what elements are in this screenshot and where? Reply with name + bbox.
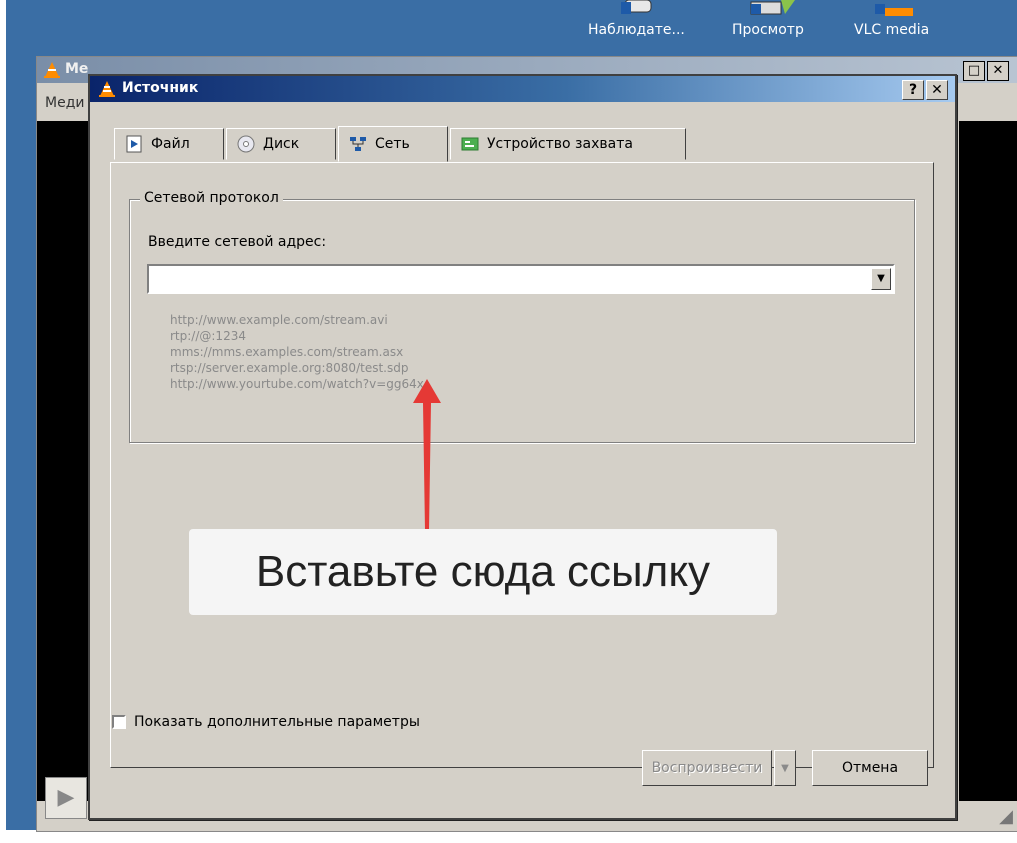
example-url: rtsp://server.example.org:8080/test.sdp (170, 361, 409, 375)
tab-file[interactable]: Файл (114, 128, 224, 160)
maximize-icon[interactable]: □ (963, 61, 985, 81)
play-button[interactable]: Воспроизвести (642, 750, 772, 786)
group-title: Сетевой протокол (140, 190, 283, 206)
close-button[interactable]: ✕ (926, 80, 948, 100)
example-url: http://www.yourtube.com/watch?v=gg64x (170, 377, 424, 391)
help-button[interactable]: ? (902, 80, 924, 100)
dropdown-arrow-icon[interactable]: ▼ (871, 268, 891, 290)
open-media-dialog: Источник ? ✕ Файл Диск Сеть Устройство з… (88, 74, 957, 820)
address-label: Введите сетевой адрес: (148, 234, 327, 250)
network-tab-panel: Сетевой протокол Введите сетевой адрес: … (110, 162, 934, 768)
capture-card-icon (461, 137, 479, 151)
show-more-options[interactable]: Показать дополнительные параметры (112, 714, 420, 730)
dialog-titlebar: Источник ? ✕ (90, 76, 955, 102)
example-url: mms://mms.examples.com/stream.asx (170, 345, 404, 359)
close-icon[interactable]: ✕ (987, 61, 1009, 81)
annotation-callout: Вставьте сюда ссылку (189, 529, 777, 615)
desktop-shortcut-viewer[interactable]: Просмотр (730, 0, 806, 38)
vlc-cone-icon (99, 81, 115, 97)
shortcut-icon (741, 0, 795, 16)
network-icon (350, 137, 366, 151)
play-dropdown-arrow-icon[interactable]: ▼ (774, 750, 796, 786)
example-url: rtp://@:1234 (170, 329, 246, 343)
annotation-arrow-icon (413, 379, 441, 531)
tab-label: Файл (151, 136, 190, 152)
address-examples: http://www.example.com/stream.avi rtp://… (170, 312, 424, 392)
elapsed-time: --:-- (47, 743, 72, 759)
main-window-title: Ме (65, 61, 89, 77)
tab-label: Диск (263, 136, 300, 152)
tab-network[interactable]: Сеть (338, 126, 448, 162)
vlc-cone-icon (44, 62, 60, 78)
vlc-cone-icon (865, 0, 919, 16)
play-icon[interactable]: ▶ (45, 777, 87, 819)
main-menu-media[interactable]: Меди (45, 95, 84, 111)
shortcut-icon (609, 0, 663, 16)
example-url: http://www.example.com/stream.avi (170, 313, 388, 327)
desktop-shortcut-label: Наблюдате... (588, 22, 685, 38)
total-time: --:-- (967, 743, 992, 759)
desktop-shortcut-label: Просмотр (732, 22, 804, 38)
show-more-label: Показать дополнительные параметры (134, 714, 420, 730)
resize-grip-icon[interactable]: ◢ (999, 806, 1013, 827)
tab-label: Устройство захвата (487, 136, 633, 152)
network-address-combobox[interactable]: ▼ (147, 264, 895, 294)
network-protocol-group: Сетевой протокол Введите сетевой адрес: … (129, 190, 915, 443)
show-more-checkbox[interactable] (112, 715, 126, 729)
desktop-shortcut-vlc[interactable]: VLC media (852, 0, 931, 38)
desktop-shortcut-observer[interactable]: Наблюдате... (586, 0, 687, 38)
file-play-icon (126, 135, 142, 153)
disc-icon (237, 135, 255, 153)
tab-label: Сеть (375, 136, 410, 152)
tab-capture-device[interactable]: Устройство захвата (450, 128, 686, 160)
cancel-button[interactable]: Отмена (812, 750, 928, 786)
tab-disc[interactable]: Диск (226, 128, 336, 160)
dialog-title: Источник (122, 80, 199, 96)
network-address-input[interactable] (153, 269, 867, 291)
desktop-shortcut-label: VLC media (854, 22, 930, 38)
video-area (37, 121, 95, 801)
video-area (959, 121, 1017, 801)
